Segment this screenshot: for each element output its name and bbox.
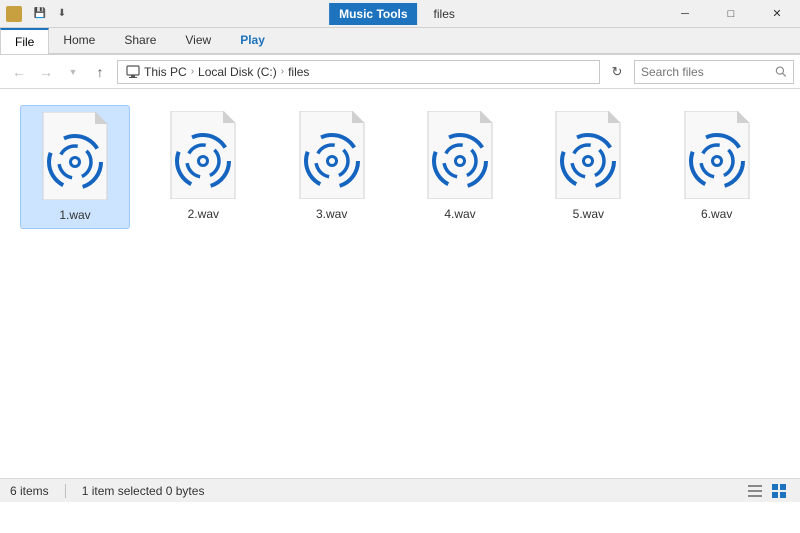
file-name: 2.wav <box>188 207 219 221</box>
ribbon: File Home Share View Play <box>0 28 800 55</box>
properties-btn[interactable]: ⬇ <box>52 4 72 24</box>
file-name: 6.wav <box>701 207 732 221</box>
status-divider <box>65 484 66 498</box>
file-grid: 1.wav 2.wav 3.wav 4.wav 5.wav 6.wav <box>0 89 800 245</box>
chevron-2: › <box>281 66 284 77</box>
file-name: 1.wav <box>59 208 90 222</box>
path-localdisk[interactable]: Local Disk (C:) <box>198 65 277 79</box>
file-name: 3.wav <box>316 207 347 221</box>
details-view-btn[interactable] <box>744 481 766 501</box>
file-item[interactable]: 4.wav <box>405 105 515 229</box>
file-icon <box>35 112 115 202</box>
minimize-button[interactable]: ─ <box>662 0 708 28</box>
address-bar: ← → ▼ ↑ This PC › Local Disk (C:) › file… <box>0 55 800 89</box>
tab-view[interactable]: View <box>171 28 226 53</box>
address-path[interactable]: This PC › Local Disk (C:) › files <box>117 60 600 84</box>
file-icon <box>420 111 500 201</box>
tab-share[interactable]: Share <box>110 28 171 53</box>
path-thispc[interactable]: This PC <box>144 65 187 79</box>
item-count: 6 items <box>10 484 49 498</box>
title-bar: 💾 ⬇ Music Tools files ─ □ ✕ <box>0 0 800 28</box>
large-icons-view-btn[interactable] <box>768 481 790 501</box>
music-tools-tab[interactable]: Music Tools <box>329 3 417 25</box>
file-name: 4.wav <box>444 207 475 221</box>
recent-button[interactable]: ▼ <box>60 59 86 85</box>
folder-icon <box>6 6 22 22</box>
back-button[interactable]: ← <box>6 59 32 85</box>
title-bar-center: Music Tools files <box>329 3 471 25</box>
search-box[interactable] <box>634 60 794 84</box>
file-icon <box>292 111 372 201</box>
close-button[interactable]: ✕ <box>754 0 800 28</box>
file-item[interactable]: 3.wav <box>277 105 387 229</box>
content-wrapper: 1.wav 2.wav 3.wav 4.wav 5.wav 6.wav 6 items 1… <box>0 89 800 502</box>
search-input[interactable] <box>641 65 771 79</box>
main-area: 1.wav 2.wav 3.wav 4.wav 5.wav 6.wav <box>0 89 800 502</box>
tab-play[interactable]: Play <box>226 28 280 53</box>
path-files[interactable]: files <box>288 65 309 79</box>
chevron-1: › <box>191 66 194 77</box>
file-item[interactable]: 1.wav <box>20 105 130 229</box>
ribbon-tabs: File Home Share View Play <box>0 28 800 54</box>
title-bar-left: 💾 ⬇ <box>0 4 72 24</box>
file-name: 5.wav <box>573 207 604 221</box>
status-bar: 6 items 1 item selected 0 bytes <box>0 478 800 502</box>
file-item[interactable]: 6.wav <box>662 105 772 229</box>
tab-home[interactable]: Home <box>49 28 110 53</box>
maximize-button[interactable]: □ <box>708 0 754 28</box>
file-item[interactable]: 5.wav <box>533 105 643 229</box>
status-left: 6 items 1 item selected 0 bytes <box>10 484 204 498</box>
quick-access: 💾 ⬇ <box>30 4 72 24</box>
file-icon <box>548 111 628 201</box>
pc-icon <box>126 65 140 79</box>
file-item[interactable]: 2.wav <box>148 105 258 229</box>
tab-file[interactable]: File <box>0 28 49 54</box>
status-right <box>744 481 790 501</box>
up-button[interactable]: ↑ <box>87 59 113 85</box>
save-btn[interactable]: 💾 <box>30 4 50 24</box>
file-icon <box>163 111 243 201</box>
search-icon <box>775 65 787 78</box>
file-icon <box>677 111 757 201</box>
refresh-button[interactable]: ↻ <box>604 59 630 85</box>
nav-buttons: ← → ▼ ↑ <box>6 59 113 85</box>
window-title: files <box>418 3 471 25</box>
forward-button[interactable]: → <box>33 59 59 85</box>
window-controls: ─ □ ✕ <box>662 0 800 28</box>
selection-info: 1 item selected 0 bytes <box>82 484 205 498</box>
